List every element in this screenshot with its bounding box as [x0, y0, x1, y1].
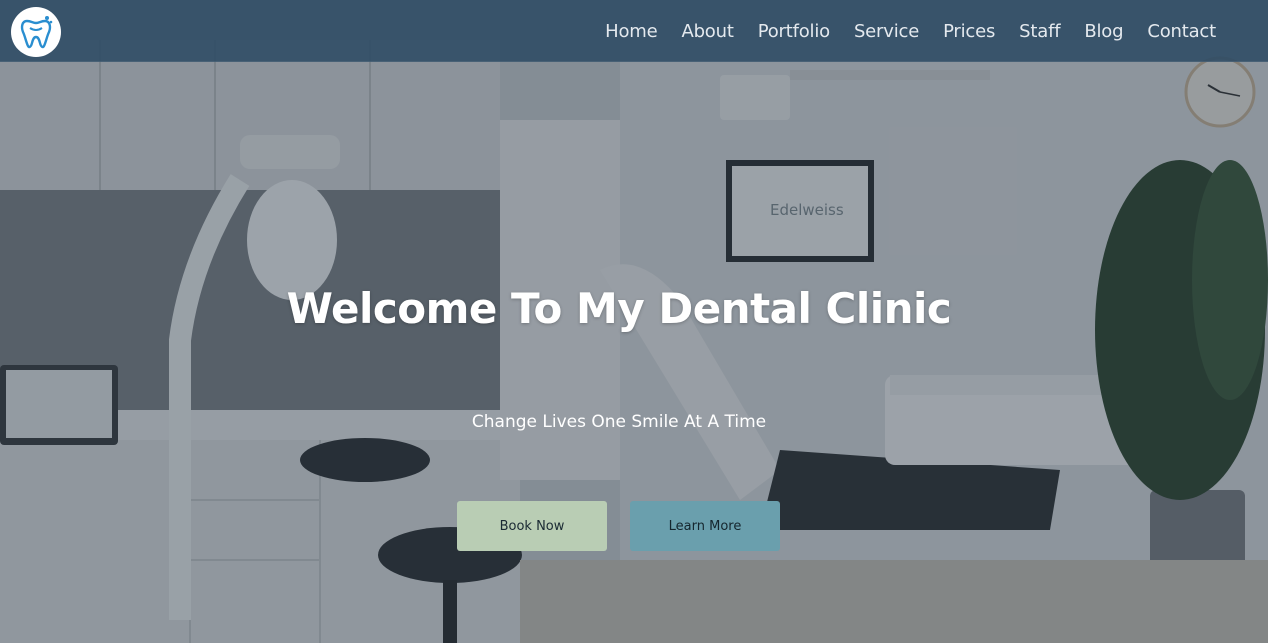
tooth-logo-icon[interactable] [11, 7, 61, 57]
nav-link-portfolio[interactable]: Portfolio [758, 21, 830, 42]
nav-link-about[interactable]: About [681, 21, 733, 42]
tooth-icon [20, 16, 53, 49]
nav-link-staff[interactable]: Staff [1019, 21, 1060, 42]
nav-link-contact[interactable]: Contact [1147, 21, 1216, 42]
top-navbar: Home About Portfolio Service Prices Staf… [0, 0, 1268, 62]
nav-link-blog[interactable]: Blog [1084, 21, 1123, 42]
hero-title: Welcome To My Dental Clinic [286, 284, 952, 333]
nav-link-prices[interactable]: Prices [943, 21, 995, 42]
nav-menu: Home About Portfolio Service Prices Staf… [581, 0, 1216, 62]
hero-section: Edelweiss Home About Portfolio Service P… [0, 0, 1268, 643]
hero-subtitle: Change Lives One Smile At A Time [471, 412, 767, 432]
learn-more-button[interactable]: Learn More [630, 501, 780, 551]
nav-link-service[interactable]: Service [854, 21, 919, 42]
book-now-button[interactable]: Book Now [457, 501, 607, 551]
nav-link-home[interactable]: Home [605, 21, 658, 42]
